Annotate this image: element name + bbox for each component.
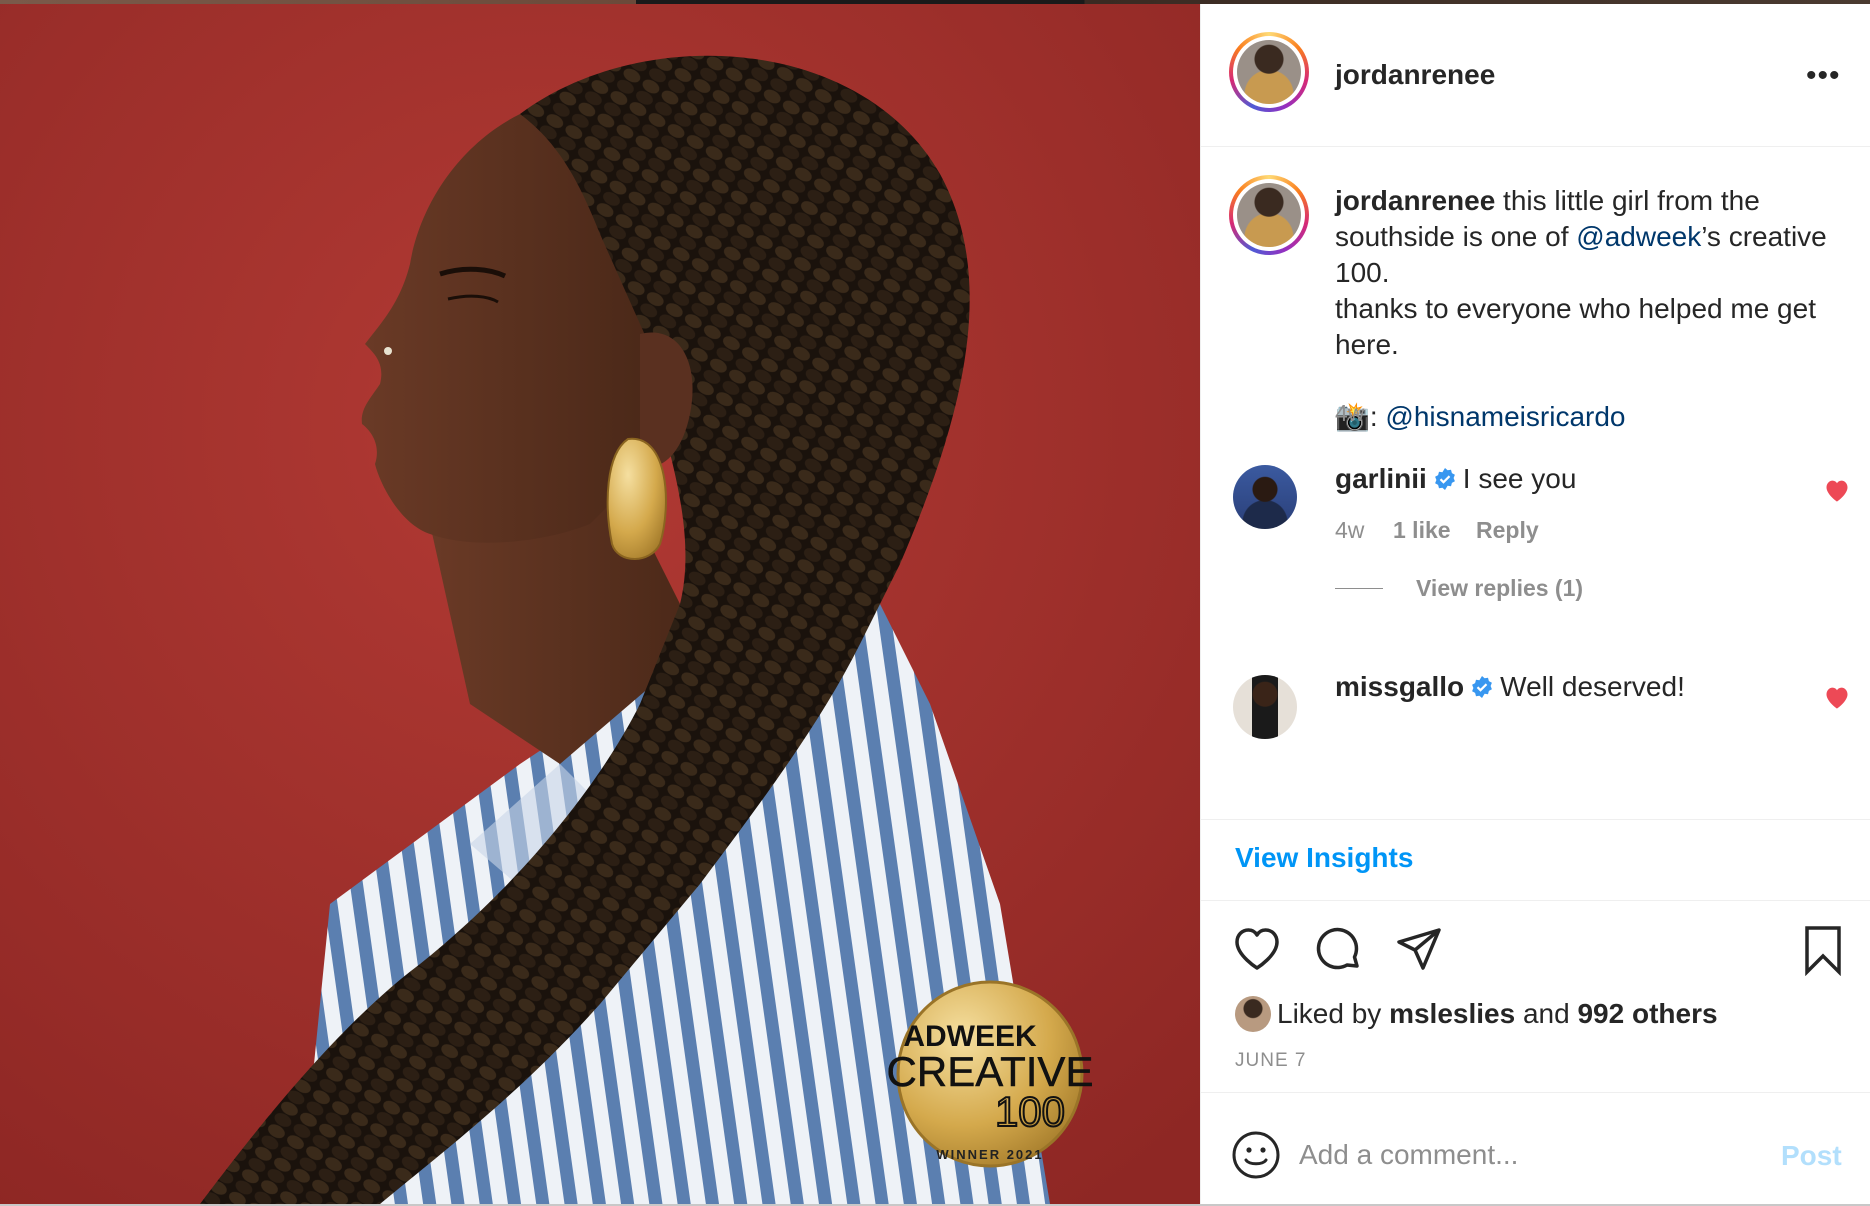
comment-1-time[interactable]: 4w <box>1335 517 1364 544</box>
divider <box>1201 900 1870 901</box>
commenter-avatar-garlinii[interactable] <box>1233 465 1297 529</box>
author-avatar[interactable] <box>1229 32 1309 112</box>
comment-input[interactable] <box>1297 1126 1741 1184</box>
verified-badge-icon <box>1434 468 1455 490</box>
comment-2-like-heart-icon[interactable] <box>1823 684 1851 710</box>
view-replies-button[interactable]: View replies (1) <box>1416 575 1583 602</box>
comment-2-username[interactable]: missgallo <box>1335 671 1464 702</box>
comment-2-text: Well deserved! <box>1500 671 1685 702</box>
replies-line <box>1335 588 1383 589</box>
likes-count-link[interactable]: 992 others <box>1577 998 1717 1029</box>
view-insights-link[interactable]: View Insights <box>1235 842 1413 874</box>
commenter-avatar-missgallo[interactable] <box>1233 675 1297 739</box>
mention-hisnameisricardo[interactable]: @hisnameisricardo <box>1385 401 1625 432</box>
comment-1-username[interactable]: garlinii <box>1335 463 1427 494</box>
mention-adweek[interactable]: @adweek <box>1576 221 1701 252</box>
post-date[interactable]: JUNE 7 <box>1235 1050 1306 1072</box>
post-header: jordanrenee ••• <box>1201 4 1870 147</box>
like-heart-icon[interactable] <box>1231 924 1283 976</box>
portrait-image: ADWEEK CREATIVE 100 WINNER 2021 <box>0 4 1200 1204</box>
post-actions <box>1201 924 1870 984</box>
comment-1: garlinii I see you <box>1335 463 1576 495</box>
author-username[interactable]: jordanrenee <box>1335 59 1495 91</box>
add-comment-bar: Post <box>1201 1096 1870 1204</box>
share-paper-plane-icon[interactable] <box>1393 924 1445 976</box>
liker-username[interactable]: msleslies <box>1389 998 1515 1029</box>
save-bookmark-icon[interactable] <box>1797 924 1849 976</box>
comment-2: missgallo Well deserved! <box>1335 671 1685 703</box>
post-side-panel: jordanrenee ••• jordanrenee this little … <box>1200 4 1870 1204</box>
divider <box>1201 819 1870 820</box>
liker-avatar[interactable] <box>1235 996 1271 1032</box>
caption-text: jordanrenee this little girl from the so… <box>1335 185 1827 432</box>
caption-username[interactable]: jordanrenee <box>1335 185 1495 216</box>
comments-list[interactable]: jordanrenee this little girl from the so… <box>1201 147 1870 819</box>
more-options-icon[interactable]: ••• <box>1806 59 1841 93</box>
post-photo[interactable]: ADWEEK CREATIVE 100 WINNER 2021 <box>0 4 1200 1204</box>
emoji-smiley-icon[interactable] <box>1231 1130 1281 1180</box>
divider <box>1201 1092 1870 1093</box>
comment-1-likes[interactable]: 1 like <box>1393 517 1451 544</box>
comment-bubble-icon[interactable] <box>1313 924 1365 976</box>
comment-1-text: I see you <box>1462 463 1577 494</box>
comment-1-like-heart-icon[interactable] <box>1823 477 1851 503</box>
badge-winner: WINNER 2021 <box>936 1147 1043 1162</box>
caption-timestamp[interactable]: 4w <box>1335 400 1364 427</box>
post-comment-button[interactable]: Post <box>1781 1140 1842 1172</box>
verified-badge-icon <box>1472 676 1493 698</box>
comment-1-reply-button[interactable]: Reply <box>1476 517 1539 544</box>
badge-100: 100 <box>995 1088 1065 1135</box>
caption-avatar[interactable] <box>1229 175 1309 255</box>
